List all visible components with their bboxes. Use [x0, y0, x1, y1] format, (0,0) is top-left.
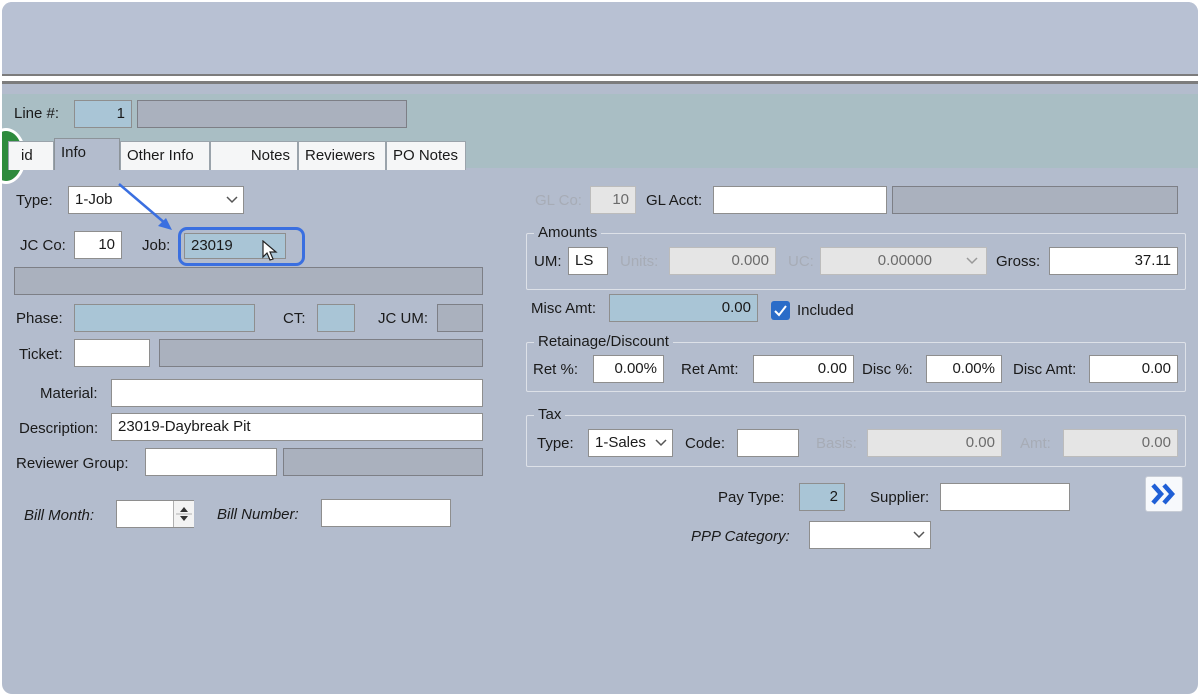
ticket-field[interactable]: [74, 339, 150, 367]
amounts-title: Amounts: [534, 224, 602, 242]
uc-label: UC:: [788, 253, 814, 270]
tab-notes[interactable]: Notes: [210, 141, 298, 170]
ret-pct-label: Ret %:: [533, 361, 579, 378]
ret-amt-field[interactable]: 0.00: [753, 355, 854, 383]
tax-type-label: Type:: [537, 435, 574, 452]
line-label: Line #:: [14, 105, 60, 122]
jcum-field: [437, 304, 483, 332]
reviewer-group-description-field: [283, 448, 483, 476]
tab-id[interactable]: id: [8, 141, 54, 170]
arrow-icon: [118, 183, 172, 230]
tax-basis-field: 0.00: [867, 429, 1002, 457]
glco-field: 10: [590, 186, 636, 214]
material-label: Material:: [40, 385, 98, 402]
tab-reviewers[interactable]: Reviewers: [298, 141, 386, 170]
tax-title: Tax: [534, 406, 566, 424]
pay-type-field[interactable]: 2: [799, 483, 845, 511]
ppp-category-select[interactable]: [809, 521, 931, 549]
reviewer-group-label: Reviewer Group:: [16, 455, 129, 472]
tab-label: Other Info: [127, 147, 194, 164]
ticket-description-field[interactable]: [159, 339, 483, 367]
tax-amt-label: Amt:: [1020, 435, 1051, 452]
glacct-field[interactable]: [713, 186, 887, 214]
tab-label: Info: [61, 144, 87, 161]
retainage-title: Retainage/Discount: [534, 333, 673, 351]
misc-amt-field[interactable]: 0.00: [609, 294, 758, 322]
double-chevron-right-icon: [1151, 483, 1176, 505]
supplier-field[interactable]: [940, 483, 1070, 511]
ticket-label: Ticket:: [19, 346, 63, 363]
ret-amt-label: Ret Amt:: [681, 361, 739, 378]
tax-amt-field: 0.00: [1063, 429, 1178, 457]
phase-field[interactable]: [74, 304, 255, 332]
ct-field[interactable]: [317, 304, 355, 332]
supplier-label: Supplier:: [870, 489, 930, 506]
tax-code-label: Code:: [685, 435, 726, 452]
tax-type-value: 1-Sales: [595, 434, 646, 451]
description-label: Description:: [19, 420, 99, 437]
disc-pct-label: Disc %:: [862, 361, 913, 378]
tax-basis-label: Basis:: [816, 435, 857, 452]
bill-month-label: Bill Month:: [24, 507, 95, 524]
type-value: 1-Job: [75, 191, 113, 208]
tax-code-field[interactable]: [737, 429, 799, 457]
tab-po-notes[interactable]: PO Notes: [386, 141, 466, 170]
line-description-field[interactable]: [137, 100, 407, 128]
um-label: UM:: [534, 253, 562, 270]
glacct-description-field: [892, 186, 1178, 214]
bill-number-field[interactable]: [321, 499, 451, 527]
pay-type-label: Pay Type:: [718, 489, 785, 506]
glco-label: GL Co:: [535, 192, 582, 209]
bill-number-label: Bill Number:: [217, 506, 299, 523]
uc-field: 0.00000: [820, 247, 987, 275]
ret-pct-field[interactable]: 0.00%: [593, 355, 664, 383]
chevron-down-icon: [965, 248, 979, 278]
gross-field[interactable]: 37.11: [1049, 247, 1178, 275]
tab-info[interactable]: Info: [54, 138, 120, 170]
tab-label: id: [21, 147, 33, 164]
mouse-pointer-icon: [262, 240, 278, 261]
disc-amt-label: Disc Amt:: [1013, 361, 1077, 378]
check-icon: [774, 305, 787, 317]
ppp-category-label: PPP Category:: [691, 528, 790, 545]
included-checkbox[interactable]: [771, 301, 790, 320]
material-field[interactable]: [111, 379, 483, 407]
divider: [2, 74, 1198, 84]
description-field[interactable]: 23019-Daybreak Pit: [111, 413, 483, 441]
chevron-down-icon: [654, 430, 668, 456]
tab-other-info[interactable]: Other Info: [120, 141, 210, 170]
jcum-label: JC UM:: [378, 310, 428, 327]
type-label: Type:: [16, 192, 53, 209]
disc-amt-field[interactable]: 0.00: [1089, 355, 1178, 383]
tax-type-select[interactable]: 1-Sales: [588, 429, 673, 457]
glacct-label: GL Acct:: [646, 192, 703, 209]
phase-label: Phase:: [16, 310, 63, 327]
job-description-field[interactable]: [14, 267, 483, 295]
units-field: 0.000: [669, 247, 776, 275]
units-label: Units:: [620, 253, 659, 270]
disc-pct-field[interactable]: 0.00%: [926, 355, 1002, 383]
gross-label: Gross:: [996, 253, 1041, 270]
um-field[interactable]: LS: [568, 247, 608, 275]
misc-amt-label: Misc Amt:: [531, 300, 597, 317]
bill-month-spinner[interactable]: [173, 501, 194, 527]
line-number-field[interactable]: 1: [74, 100, 132, 128]
jcco-label: JC Co:: [20, 237, 66, 254]
tab-label: Reviewers: [305, 147, 376, 164]
chevron-down-icon: [912, 522, 926, 548]
tab-label: Notes: [250, 147, 290, 164]
ct-label: CT:: [283, 310, 306, 327]
app-window: Line #: 1 id Info Other Info Notes Revie…: [2, 2, 1198, 694]
included-label: Included: [797, 302, 854, 319]
chevron-down-icon: [225, 187, 239, 213]
reviewer-group-field[interactable]: [145, 448, 277, 476]
next-button[interactable]: [1145, 476, 1183, 512]
top-band: [2, 2, 1198, 74]
tab-label: PO Notes: [393, 147, 459, 164]
